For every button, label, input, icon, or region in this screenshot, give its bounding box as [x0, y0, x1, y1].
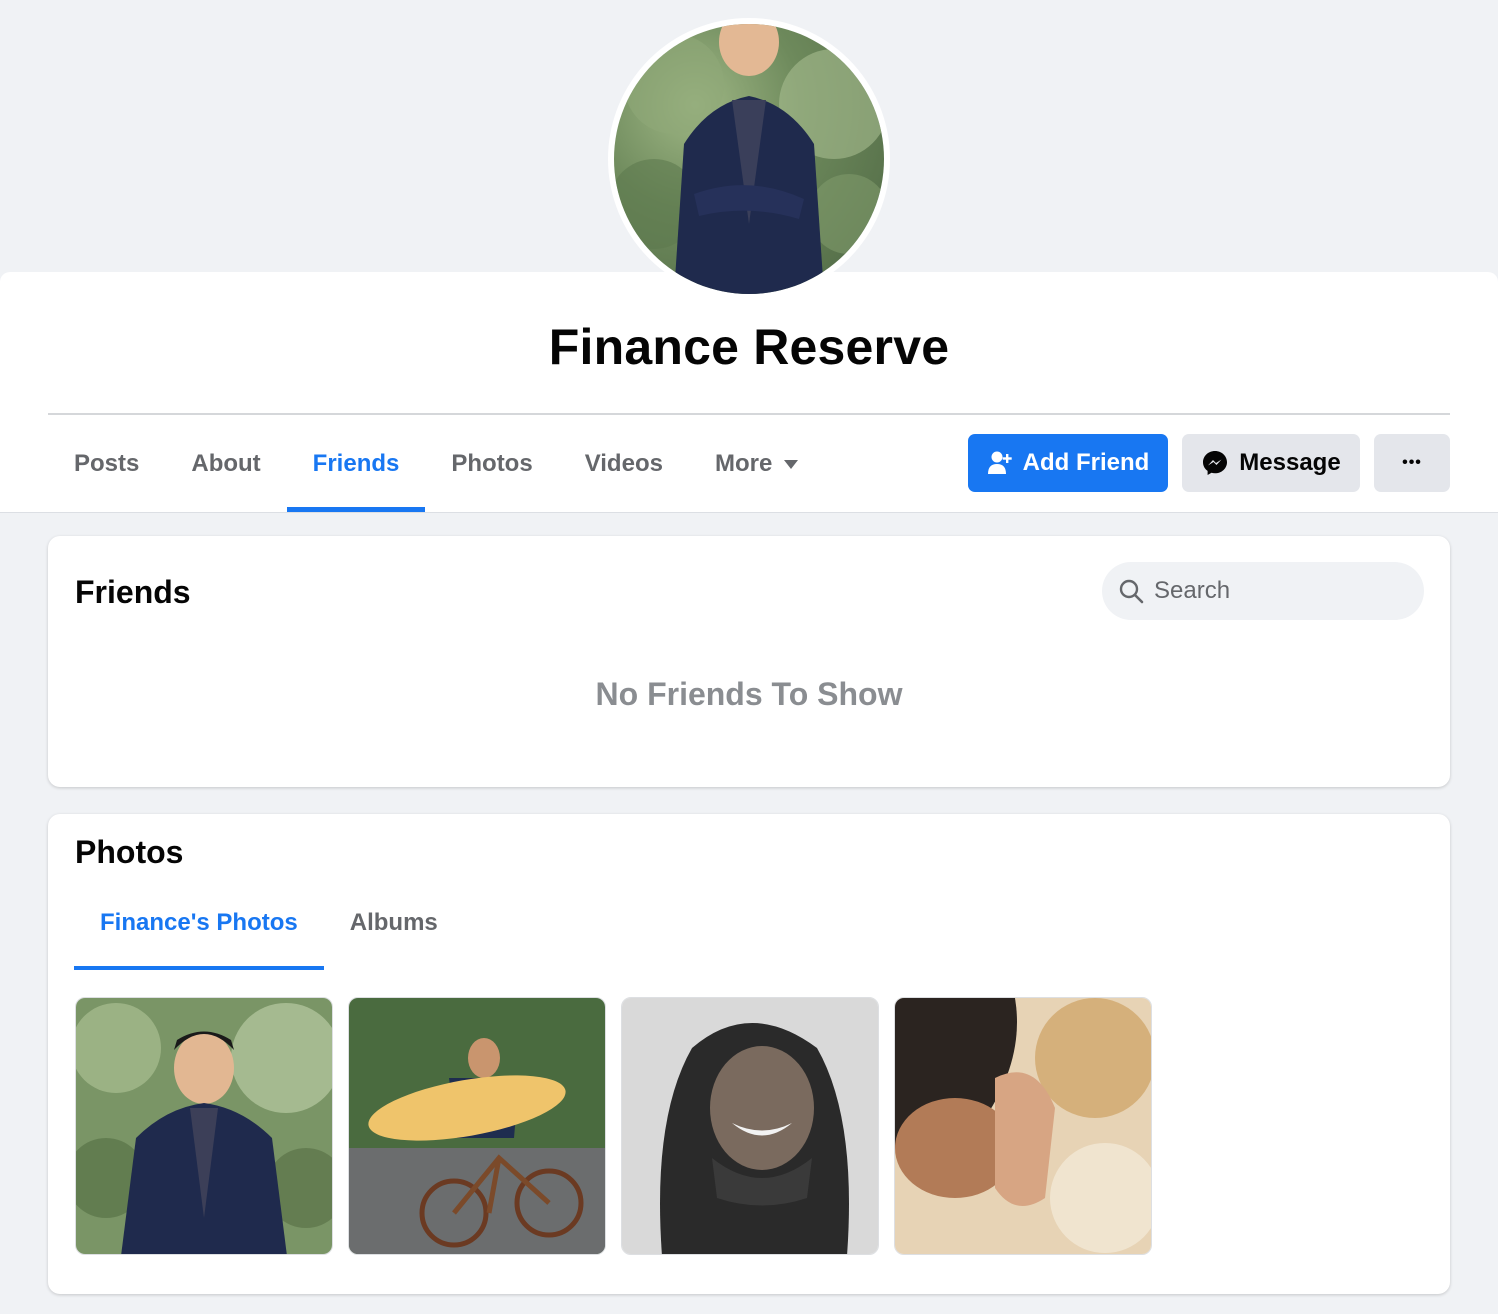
photo-thumbnail[interactable]: [348, 997, 606, 1255]
add-friend-button[interactable]: Add Friend: [968, 434, 1168, 492]
caret-down-icon: [784, 459, 799, 469]
message-button[interactable]: Message: [1182, 434, 1360, 492]
photos-title: Photos: [75, 834, 184, 870]
man-in-suit-photo: [76, 998, 332, 1254]
empty-friends-message: No Friends To Show: [595, 676, 903, 712]
tab-photos[interactable]: Photos: [425, 416, 558, 512]
tab-more-label: More: [714, 450, 773, 477]
add-friend-label: Add Friend: [1022, 449, 1150, 476]
tab-posts[interactable]: Posts: [48, 416, 165, 512]
photo-thumbnail[interactable]: [894, 997, 1152, 1255]
photos-subtabs: Finance's Photos Albums: [74, 876, 464, 970]
friends-search[interactable]: [1102, 562, 1424, 620]
profile-nav: Posts About Friends Photos Videos More: [48, 416, 824, 512]
profile-avatar[interactable]: [608, 18, 890, 300]
search-icon: [1119, 579, 1144, 604]
profile-photo: [614, 24, 884, 294]
profile-actions: Add Friend Message •••: [968, 434, 1450, 492]
search-input[interactable]: [1154, 577, 1394, 605]
profile-name: Finance Reserve: [548, 319, 950, 375]
subtab-finances-photos[interactable]: Finance's Photos: [74, 876, 324, 970]
tab-about[interactable]: About: [165, 416, 286, 512]
ellipsis-icon: •••: [1402, 454, 1422, 471]
add-person-icon: [987, 451, 1012, 474]
message-label: Message: [1239, 449, 1341, 476]
man-with-dreadlocks-photo: [622, 998, 878, 1254]
photo-thumbnail[interactable]: [75, 997, 333, 1255]
header-divider: [48, 413, 1450, 415]
man-with-surfboard-on-bike-photo: [349, 998, 605, 1254]
messenger-icon: [1203, 451, 1228, 475]
photo-grid: [75, 997, 1152, 1255]
more-options-button[interactable]: •••: [1374, 434, 1450, 492]
tab-friends[interactable]: Friends: [286, 416, 426, 512]
friends-card: Friends No Friends To Show: [48, 536, 1450, 787]
subtab-albums[interactable]: Albums: [324, 876, 464, 970]
tab-videos[interactable]: Videos: [559, 416, 689, 512]
tab-more[interactable]: More: [689, 416, 824, 512]
photo-thumbnail[interactable]: [621, 997, 879, 1255]
photos-card: Photos Finance's Photos Albums: [48, 814, 1450, 1294]
friends-title: Friends: [75, 574, 191, 610]
man-in-suit-illustration: [614, 24, 884, 294]
person-praying-photo: [895, 998, 1151, 1254]
